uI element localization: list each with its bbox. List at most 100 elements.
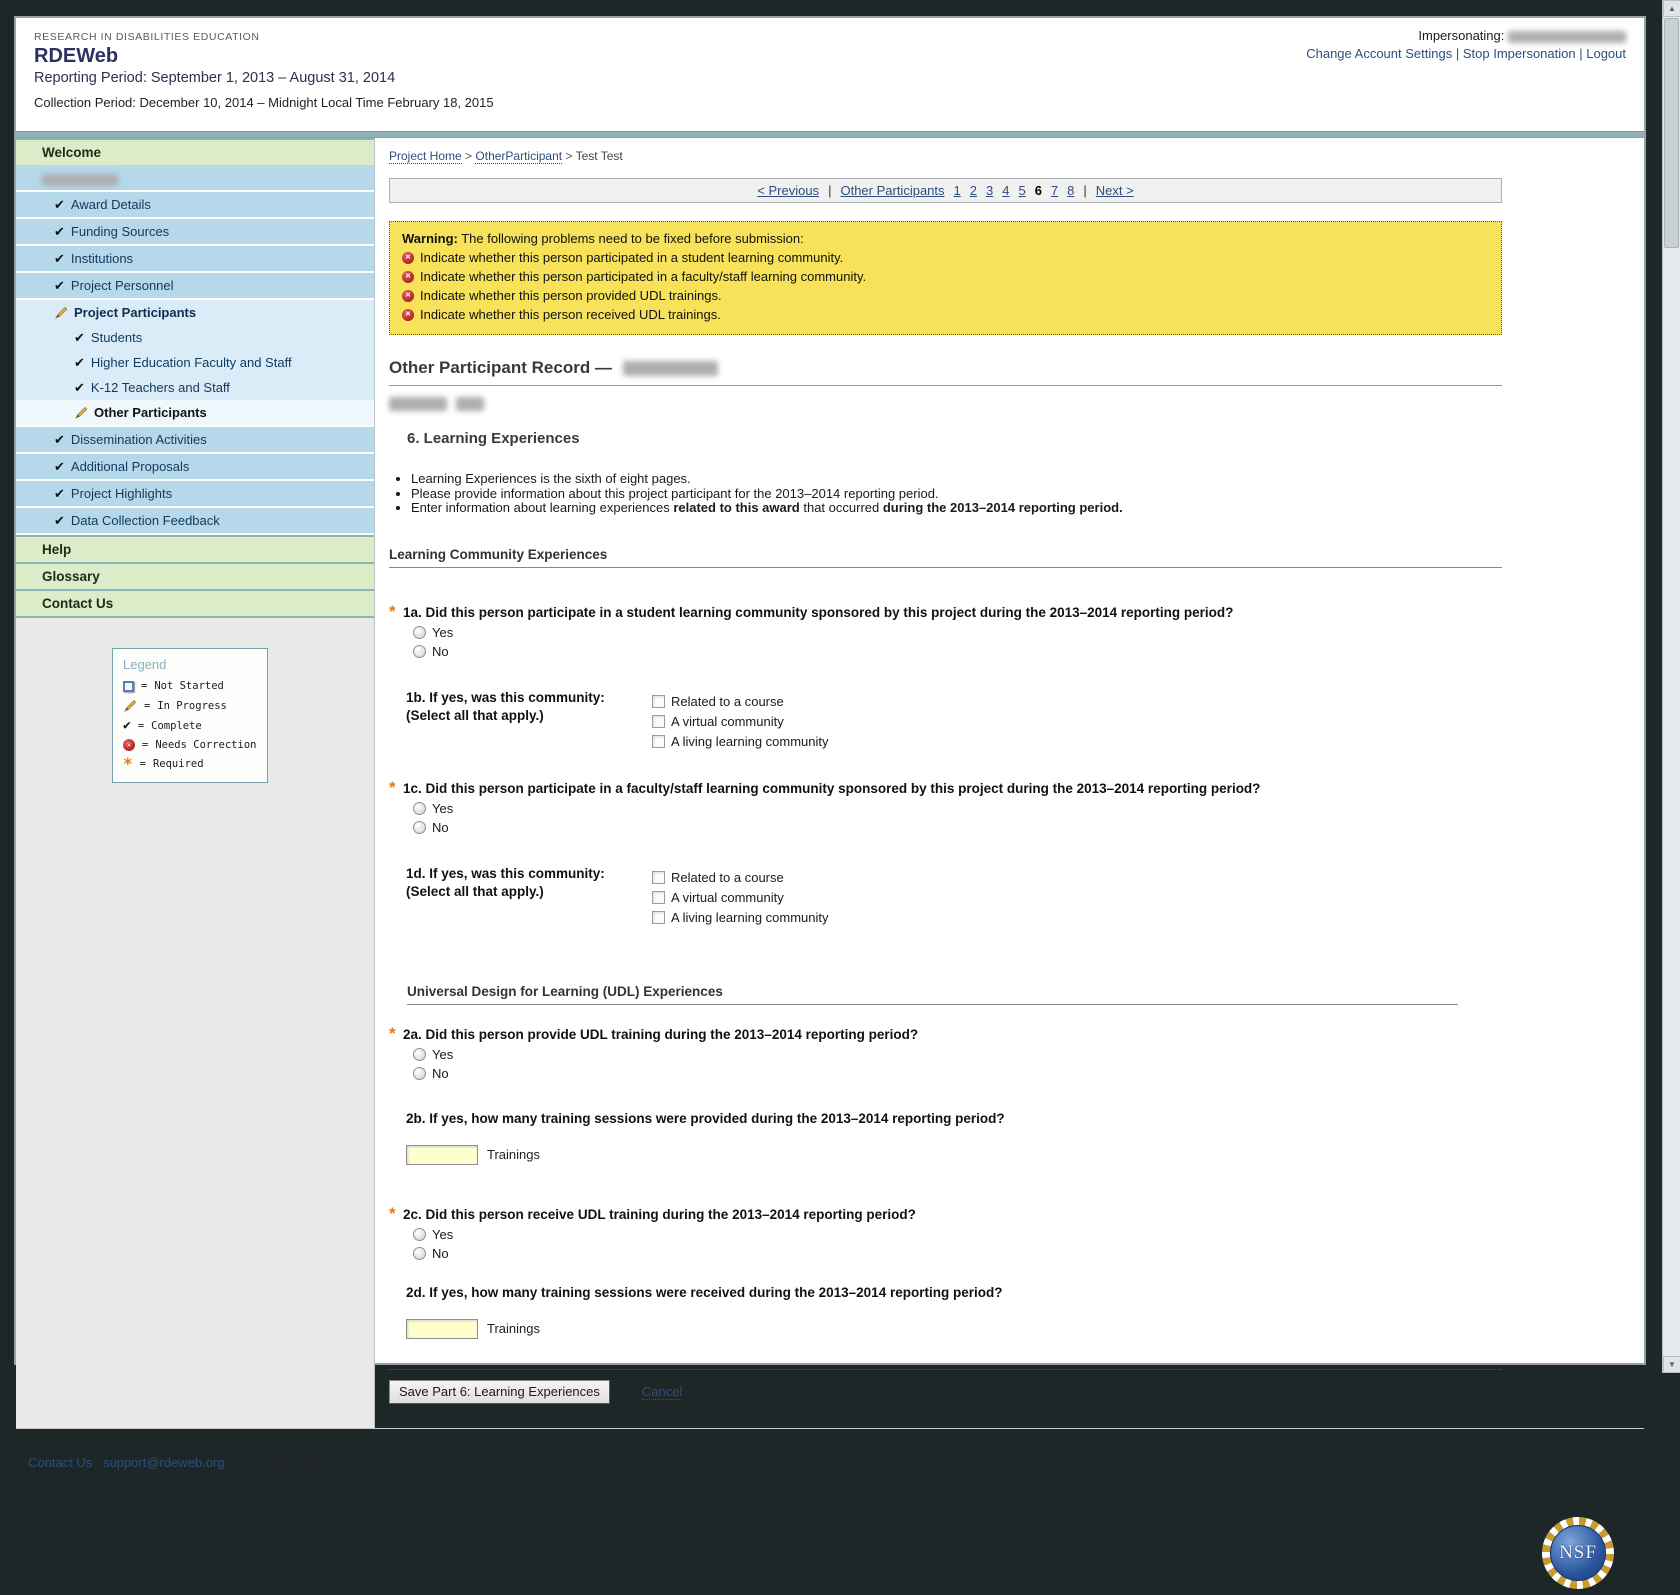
checkbox-label[interactable]: Related to a course [671,870,784,885]
radio-label[interactable]: No [432,820,449,835]
sidebar-item-label: Data Collection Feedback [71,513,220,528]
error-icon: ✕ [402,290,414,302]
radio-button[interactable] [413,626,426,639]
radio-label[interactable]: No [432,1066,449,1081]
trainings-provided-input[interactable] [406,1145,478,1165]
sidebar-item-additional-proposals[interactable]: ✔ Additional Proposals [16,454,374,479]
footer-email-link[interactable]: support@rdeweb.org [103,1455,225,1470]
page-1-link[interactable]: 1 [954,183,961,198]
radio-button[interactable] [413,821,426,834]
sidebar-item-project-participants[interactable]: Project Participants [16,300,374,325]
trainings-received-input[interactable] [406,1319,478,1339]
sidebar-item-glossary[interactable]: Glossary [16,562,374,589]
legend-row-not-started: = Not Started [123,680,259,692]
omb-notice: OMB No. 3145-0226 Expires February 29, 2… [28,1478,1644,1493]
checkbox-option-living: A living learning community [652,734,829,749]
required-asterisk-icon: * [389,605,403,620]
footer-phone: (800) 392-2047 [235,1455,324,1470]
other-participants-link[interactable]: Other Participants [840,183,944,198]
in-progress-pencil-icon [74,406,88,420]
checkbox[interactable] [652,911,665,924]
form-actions: Save Part 6: Learning Experiences Cancel [389,1380,1502,1404]
sidebar-item-data-collection-feedback[interactable]: ✔ Data Collection Feedback [16,508,374,533]
radio-label[interactable]: Yes [432,1227,453,1242]
breadcrumb-project-home-link[interactable]: Project Home [389,149,462,164]
scroll-up-button[interactable]: ▲ [1663,0,1680,17]
page-2-link[interactable]: 2 [970,183,977,198]
sidebar-item-k12-teachers-staff[interactable]: ✔ K-12 Teachers and Staff [16,375,374,400]
radio-button[interactable] [413,1048,426,1061]
page-footer: Contact Us | support@rdeweb.org | (800) … [16,1428,1644,1595]
sidebar-item-help[interactable]: Help [16,535,374,562]
save-part6-button[interactable]: Save Part 6: Learning Experiences [389,1380,610,1404]
sidebar-item-institutions[interactable]: ✔ Institutions [16,246,374,271]
checkbox-label[interactable]: A virtual community [671,714,784,729]
radio-label[interactable]: Yes [432,625,453,640]
radio-button[interactable] [413,1228,426,1241]
sidebar-item-label: Funding Sources [71,224,169,239]
page-8-link[interactable]: 8 [1067,183,1074,198]
radio-label[interactable]: Yes [432,801,453,816]
sidebar-item-label: Institutions [71,251,133,266]
scrollbar-thumb[interactable] [1664,18,1679,248]
radio-option-no: No [413,644,1502,659]
previous-page-link[interactable]: < Previous [757,183,819,198]
checkbox-label[interactable]: A living learning community [671,910,829,925]
legend-label: In Progress [157,700,227,712]
page-3-link[interactable]: 3 [986,183,993,198]
question-1b: 1b. If yes, was this community: (Select … [389,689,1502,749]
checkbox[interactable] [652,871,665,884]
page-5-link[interactable]: 5 [1018,183,1025,198]
breadcrumb-otherparticipant-link[interactable]: OtherParticipant [475,149,562,164]
equals-sign: = [140,758,146,770]
sidebar-item-students[interactable]: ✔ Students [16,325,374,350]
logout-link[interactable]: Logout [1586,46,1626,61]
sidebar-item-award-number[interactable] [16,165,374,190]
checkbox-label[interactable]: A living learning community [671,734,829,749]
warning-item: ✕ Indicate whether this person received … [402,307,1489,322]
radio-label[interactable]: Yes [432,1047,453,1062]
radio-button[interactable] [413,802,426,815]
sidebar-item-dissemination-activities[interactable]: ✔ Dissemination Activities [16,427,374,452]
sidebar-item-contact-us[interactable]: Contact Us [16,589,374,616]
impersonating-line: Impersonating: [1306,28,1626,43]
checkbox-label[interactable]: A virtual community [671,890,784,905]
page-7-link[interactable]: 7 [1051,183,1058,198]
cancel-link[interactable]: Cancel [642,1384,682,1400]
sidebar-item-higher-ed-faculty-staff[interactable]: ✔ Higher Education Faculty and Staff [16,350,374,375]
change-account-settings-link[interactable]: Change Account Settings [1306,46,1452,61]
sidebar-item-other-participants[interactable]: Other Participants [16,400,374,425]
radio-label[interactable]: No [432,1246,449,1261]
question-text: 1b. If yes, was this community: [406,689,652,707]
checkbox[interactable] [652,891,665,904]
sidebar-item-welcome[interactable]: Welcome [16,138,374,165]
account-links: Change Account Settings | Stop Impersona… [1306,46,1626,61]
footer-contact-us-link[interactable]: Contact Us [28,1455,92,1470]
in-progress-pencil-icon [54,306,68,320]
question-2d-label: 2d. If yes, how many training sessions w… [389,1285,1502,1300]
sidebar-item-project-personnel[interactable]: ✔ Project Personnel [16,273,374,298]
question-1a: * 1a. Did this person participate in a s… [389,605,1502,659]
stop-impersonation-link[interactable]: Stop Impersonation [1463,46,1576,61]
sidebar-item-award-details[interactable]: ✔ Award Details [16,192,374,217]
checkbox[interactable] [652,695,665,708]
page-4-link[interactable]: 4 [1002,183,1009,198]
radio-button[interactable] [413,1067,426,1080]
instruction-bold: related to this award [673,500,799,515]
section-heading-learning-community: Learning Community Experiences [389,547,1502,568]
sidebar-item-funding-sources[interactable]: ✔ Funding Sources [16,219,374,244]
radio-button[interactable] [413,645,426,658]
checkbox[interactable] [652,735,665,748]
question-2b-label: 2b. If yes, how many training sessions w… [389,1111,1502,1126]
radio-button[interactable] [413,1247,426,1260]
project-participants-group: Project Participants ✔ Students ✔ Higher… [16,300,374,425]
radio-label[interactable]: No [432,644,449,659]
scroll-down-button[interactable]: ▼ [1663,1356,1680,1373]
required-asterisk-icon: * [389,1207,403,1222]
checkbox[interactable] [652,715,665,728]
checkbox-label[interactable]: Related to a course [671,694,784,709]
instruction-item: Learning Experiences is the sixth of eig… [411,472,1502,487]
sidebar-item-project-highlights[interactable]: ✔ Project Highlights [16,481,374,506]
radio-option-yes: Yes [413,1047,1502,1062]
next-page-link[interactable]: Next > [1096,183,1134,198]
